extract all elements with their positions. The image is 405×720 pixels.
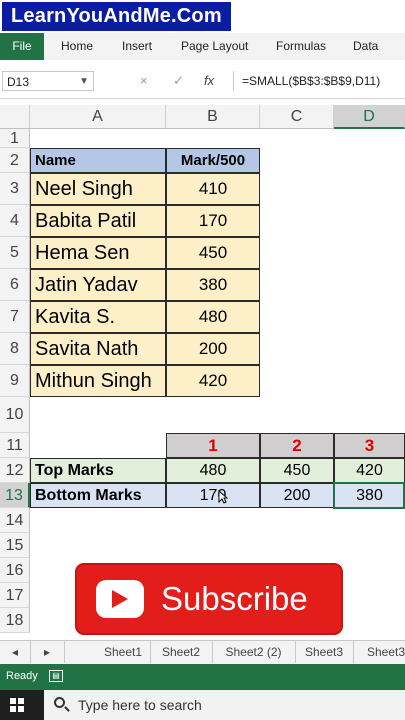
scroll-right-icon[interactable]: ▸: [30, 641, 65, 663]
top-marks-3[interactable]: 420: [334, 458, 405, 483]
windows-start-icon[interactable]: [10, 698, 24, 712]
student-mark[interactable]: 480: [166, 301, 260, 333]
name-box-value: D13: [7, 75, 30, 89]
student-name[interactable]: Babita Patil: [30, 205, 166, 237]
row-header-18[interactable]: 18: [0, 608, 30, 633]
sheet-tab-1[interactable]: Sheet1: [96, 641, 151, 663]
name-box[interactable]: D13 ▼: [2, 71, 94, 91]
bottom-marks-label[interactable]: Bottom Marks: [30, 483, 166, 508]
row-header-16[interactable]: 16: [0, 558, 30, 583]
top-marks-2[interactable]: 450: [260, 458, 334, 483]
macro-record-icon[interactable]: ▤: [49, 670, 63, 682]
row-header-9[interactable]: 9: [0, 365, 30, 397]
status-ready: Ready: [6, 670, 38, 682]
mouse-pointer-icon: [218, 490, 228, 504]
student-name[interactable]: Neel Singh: [30, 173, 166, 205]
row-header-11[interactable]: 11: [0, 433, 30, 458]
select-all-corner[interactable]: [0, 105, 30, 129]
student-name[interactable]: Kavita S.: [30, 301, 166, 333]
subscribe-label: Subscribe: [161, 580, 308, 617]
rank-3[interactable]: 3: [334, 433, 405, 458]
brand-banner: LearnYouAndMe.Com: [0, 0, 405, 33]
tab-file[interactable]: File: [0, 33, 44, 60]
top-marks-label[interactable]: Top Marks: [30, 458, 166, 483]
column-header-a[interactable]: A: [30, 105, 166, 129]
bottom-marks-2[interactable]: 200: [260, 483, 334, 508]
scroll-left-icon[interactable]: ◂: [0, 641, 31, 663]
row-header-10[interactable]: 10: [0, 397, 30, 433]
sheet-tab-5[interactable]: Sheet3: [353, 641, 405, 663]
bottom-marks-1[interactable]: 170: [166, 483, 260, 508]
student-mark[interactable]: 170: [166, 205, 260, 237]
student-mark[interactable]: 410: [166, 173, 260, 205]
column-header-d[interactable]: D: [334, 105, 405, 129]
chevron-down-icon[interactable]: ▼: [79, 72, 89, 92]
spreadsheet-grid[interactable]: A B C D 1 2 3 4 5 6 7 8 9 10 11 12 13 14 15 16 17 18 Name…: [0, 105, 405, 640]
row-header-14[interactable]: 14: [0, 508, 30, 533]
row-header-6[interactable]: 6: [0, 269, 30, 301]
formula-input[interactable]: =SMALL($B$3:$B$9,D11): [233, 71, 405, 91]
column-header-b[interactable]: B: [166, 105, 260, 129]
cancel-icon[interactable]: ×: [140, 71, 148, 91]
sheet-tab-3[interactable]: Sheet2 (2): [212, 641, 296, 663]
header-mark[interactable]: Mark/500: [166, 148, 260, 173]
sheet-tab-2[interactable]: Sheet2: [150, 641, 213, 663]
tab-page-layout[interactable]: Page Layout: [181, 33, 248, 60]
row-header-15[interactable]: 15: [0, 533, 30, 558]
row-header-8[interactable]: 8: [0, 333, 30, 365]
student-name[interactable]: Mithun Singh: [30, 365, 166, 397]
status-bar: Ready ▤: [0, 664, 405, 690]
search-icon: [54, 697, 65, 708]
formula-bar-buttons: × ✓ fx: [110, 71, 230, 91]
row-header-5[interactable]: 5: [0, 237, 30, 269]
row-header-12[interactable]: 12: [0, 458, 30, 483]
taskbar: Type here to search: [0, 690, 405, 720]
subscribe-button[interactable]: Subscribe: [75, 563, 343, 635]
tab-home[interactable]: Home: [61, 33, 93, 60]
row-header-13[interactable]: 13: [0, 483, 30, 508]
tab-data[interactable]: Data: [353, 33, 378, 60]
row-header-1[interactable]: 1: [0, 129, 30, 148]
row-header-17[interactable]: 17: [0, 583, 30, 608]
column-header-c[interactable]: C: [260, 105, 334, 129]
enter-icon[interactable]: ✓: [173, 71, 184, 91]
row-header-3[interactable]: 3: [0, 173, 30, 205]
student-name[interactable]: Jatin Yadav: [30, 269, 166, 301]
tab-insert[interactable]: Insert: [122, 33, 152, 60]
row-header-7[interactable]: 7: [0, 301, 30, 333]
student-mark[interactable]: 200: [166, 333, 260, 365]
tab-formulas[interactable]: Formulas: [276, 33, 326, 60]
student-name[interactable]: Savita Nath: [30, 333, 166, 365]
student-mark[interactable]: 450: [166, 237, 260, 269]
header-name[interactable]: Name: [30, 148, 166, 173]
rank-2[interactable]: 2: [260, 433, 334, 458]
rank-1[interactable]: 1: [166, 433, 260, 458]
brand-logo: LearnYouAndMe.Com: [2, 2, 231, 31]
active-cell-outline: [333, 482, 405, 509]
ribbon: File Home Insert Page Layout Formulas Da…: [0, 33, 405, 60]
formula-bar: D13 ▼ × ✓ fx =SMALL($B$3:$B$9,D11): [0, 64, 405, 99]
student-mark[interactable]: 420: [166, 365, 260, 397]
sheet-tab-4[interactable]: Sheet3: [295, 641, 354, 663]
top-marks-1[interactable]: 480: [166, 458, 260, 483]
row-header-2[interactable]: 2: [0, 148, 30, 173]
student-name[interactable]: Hema Sen: [30, 237, 166, 269]
taskbar-search[interactable]: Type here to search: [44, 690, 405, 720]
insert-function-icon[interactable]: fx: [204, 71, 214, 91]
search-placeholder: Type here to search: [78, 697, 202, 713]
student-mark[interactable]: 380: [166, 269, 260, 301]
sheet-tab-bar: ◂ ▸ Sheet1 Sheet2 Sheet2 (2) Sheet3 Shee…: [0, 640, 405, 665]
play-icon: [96, 580, 144, 618]
row-header-4[interactable]: 4: [0, 205, 30, 237]
